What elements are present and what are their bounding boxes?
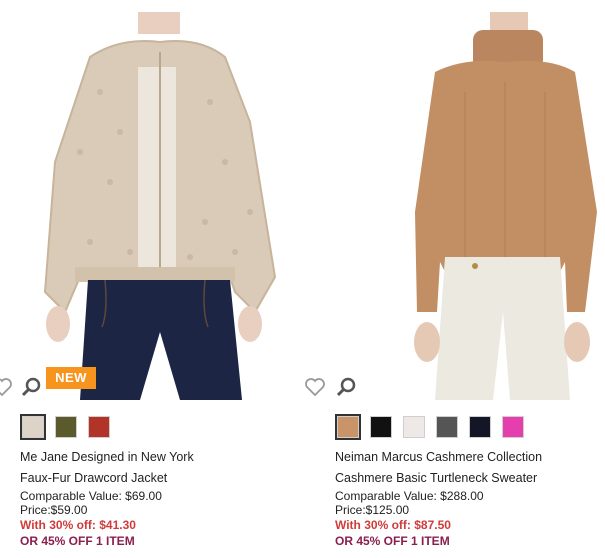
promo-offer: OR 45% OFF 1 ITEM bbox=[20, 534, 135, 548]
promo-price: With 30% off: $87.50 bbox=[335, 518, 451, 532]
color-swatch[interactable] bbox=[434, 414, 460, 440]
color-swatches bbox=[20, 414, 119, 440]
swatch-fill bbox=[469, 416, 491, 438]
price: Price:$59.00 bbox=[20, 503, 88, 517]
product-brand[interactable]: Me Jane Designed in New York bbox=[20, 450, 194, 464]
color-swatch[interactable] bbox=[335, 414, 361, 440]
color-swatches bbox=[335, 414, 533, 440]
comparable-value: Comparable Value: $288.00 bbox=[335, 489, 484, 503]
heart-icon[interactable] bbox=[303, 375, 327, 399]
new-badge: NEW bbox=[46, 367, 96, 389]
swatch-fill bbox=[337, 416, 359, 438]
color-swatch[interactable] bbox=[401, 414, 427, 440]
product-brand[interactable]: Neiman Marcus Cashmere Collection bbox=[335, 450, 542, 464]
promo-price: With 30% off: $41.30 bbox=[20, 518, 136, 532]
product-card[interactable]: NEW Me Jane Designed in New York Faux-Fu… bbox=[0, 0, 300, 558]
color-swatch[interactable] bbox=[368, 414, 394, 440]
color-swatch[interactable] bbox=[20, 414, 46, 440]
product-name[interactable]: Cashmere Basic Turtleneck Sweater bbox=[335, 471, 537, 485]
swatch-fill bbox=[403, 416, 425, 438]
magnifier-icon[interactable] bbox=[335, 375, 359, 399]
swatch-fill bbox=[55, 416, 77, 438]
heart-icon[interactable] bbox=[0, 375, 14, 399]
color-swatch[interactable] bbox=[500, 414, 526, 440]
swatch-fill bbox=[502, 416, 524, 438]
product-image[interactable] bbox=[20, 12, 285, 400]
promo-offer: OR 45% OFF 1 ITEM bbox=[335, 534, 450, 548]
swatch-fill bbox=[22, 416, 44, 438]
color-swatch[interactable] bbox=[467, 414, 493, 440]
price: Price:$125.00 bbox=[335, 503, 410, 517]
color-swatch[interactable] bbox=[53, 414, 79, 440]
swatch-fill bbox=[370, 416, 392, 438]
product-name[interactable]: Faux-Fur Drawcord Jacket bbox=[20, 471, 167, 485]
product-image[interactable] bbox=[335, 12, 600, 400]
color-swatch[interactable] bbox=[86, 414, 112, 440]
swatch-fill bbox=[436, 416, 458, 438]
comparable-value: Comparable Value: $69.00 bbox=[20, 489, 162, 503]
magnifier-icon[interactable] bbox=[20, 375, 44, 399]
product-card[interactable]: Neiman Marcus Cashmere Collection Cashme… bbox=[305, 0, 605, 558]
swatch-fill bbox=[88, 416, 110, 438]
